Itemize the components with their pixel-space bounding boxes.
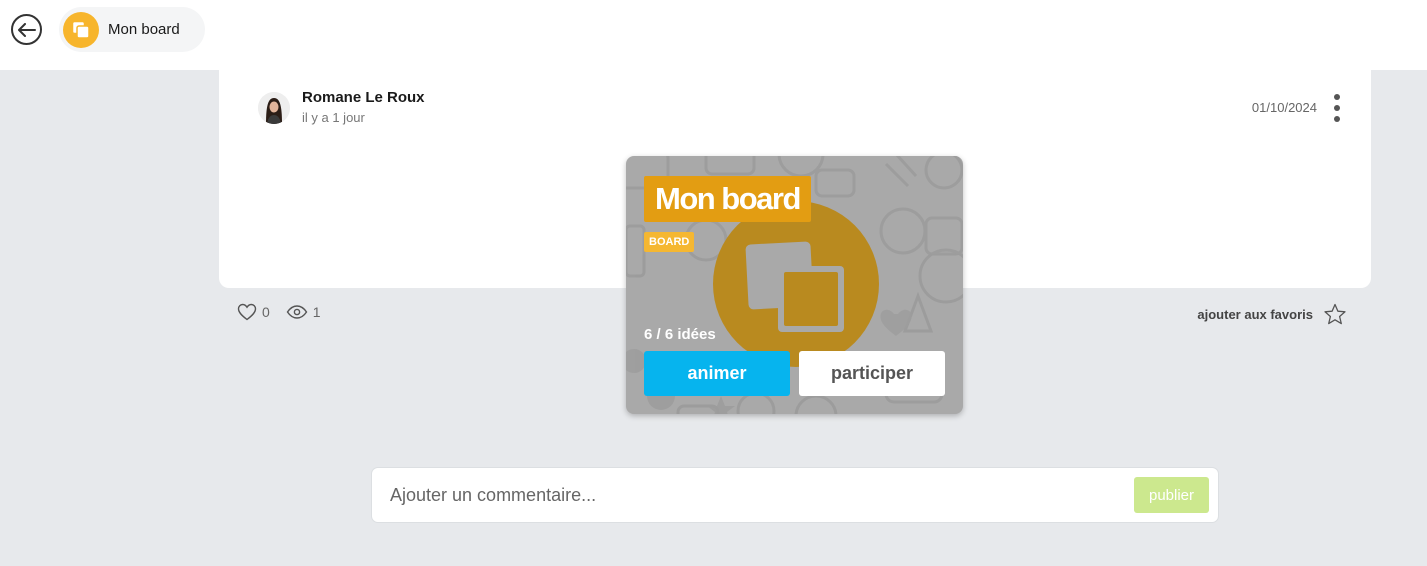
post-relative-time: il y a 1 jour [302, 110, 365, 125]
board-ideas-count: 6 / 6 idées [644, 326, 716, 343]
add-to-favorites[interactable]: ajouter aux favoris [1197, 303, 1347, 326]
like-button[interactable]: 0 [237, 303, 270, 321]
view-count: 1 [312, 304, 321, 320]
author-name[interactable]: Romane Le Roux [302, 89, 425, 106]
more-vertical-icon[interactable] [1329, 94, 1345, 122]
favorites-label: ajouter aux favoris [1197, 307, 1313, 322]
star-icon[interactable] [1323, 303, 1347, 326]
post-date: 01/10/2024 [1251, 100, 1317, 115]
eye-icon [286, 305, 308, 319]
board-type-badge: BOARD [644, 232, 695, 252]
board-title: Mon board [644, 176, 811, 222]
breadcrumb-label: Mon board [108, 21, 180, 38]
board-icon [63, 11, 99, 48]
comment-input[interactable] [372, 468, 1122, 522]
participate-button[interactable]: participer [799, 351, 945, 396]
like-count: 0 [262, 304, 270, 320]
top-bar: Mon board [0, 0, 1427, 70]
author-avatar[interactable] [258, 92, 290, 124]
breadcrumb-board[interactable]: Mon board [59, 7, 205, 52]
back-button[interactable] [11, 14, 42, 45]
arrow-left-icon [17, 22, 36, 37]
views-indicator: 1 [286, 304, 321, 320]
post-stats: 0 1 [237, 303, 337, 321]
comment-box: publier [372, 468, 1218, 522]
board-card[interactable]: Mon board BOARD 6 / 6 idées animer parti… [626, 156, 963, 414]
publish-button[interactable]: publier [1134, 477, 1209, 513]
animate-button[interactable]: animer [644, 351, 790, 396]
heart-icon [237, 303, 257, 321]
